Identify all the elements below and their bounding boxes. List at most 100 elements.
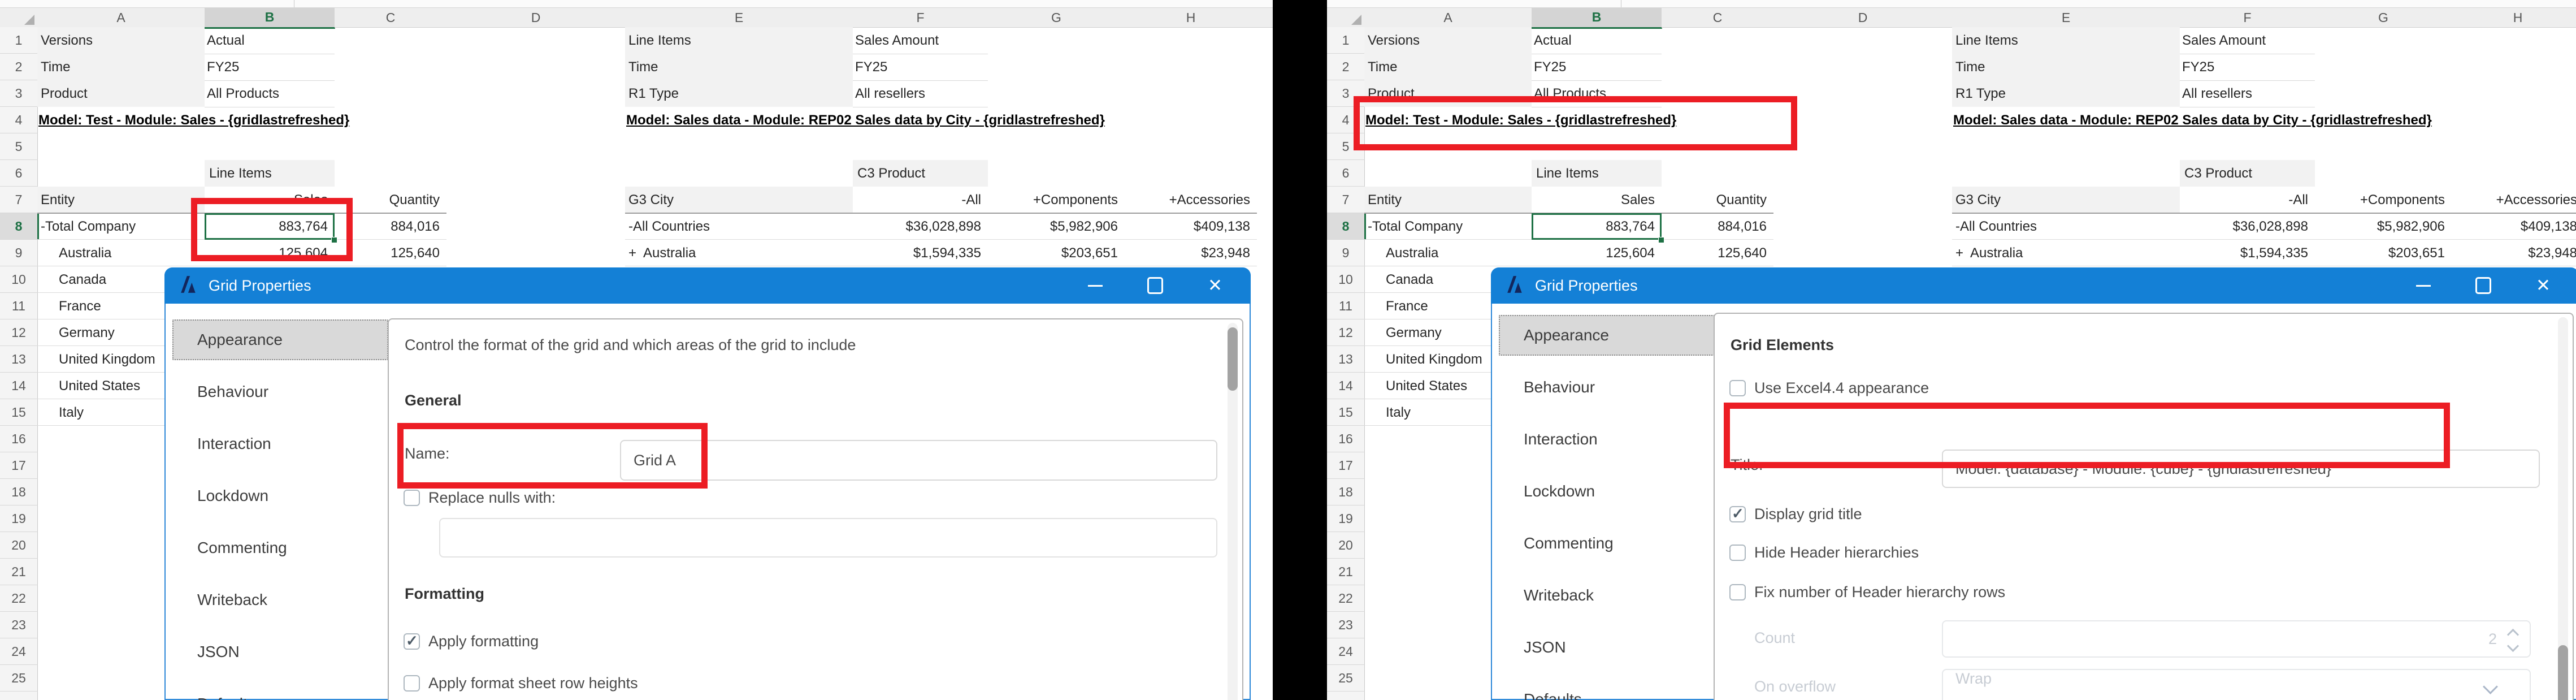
apply-row-heights-checkbox[interactable]	[404, 675, 420, 692]
column-header-C[interactable]: C	[1662, 8, 1774, 28]
row-header-26[interactable]: 26	[0, 692, 38, 700]
cell-F9[interactable]: $1,594,335	[2180, 240, 2315, 266]
row-header-11[interactable]: 11	[0, 293, 38, 319]
cell-E4[interactable]: Model: Sales data - Module: REP02 Sales …	[625, 107, 1273, 133]
name-input[interactable]: Grid A	[620, 440, 1217, 481]
cell-F1[interactable]: Sales Amount	[853, 27, 988, 54]
column-header-D[interactable]: D	[446, 8, 626, 28]
cell-B6[interactable]: Line Items	[1532, 160, 1662, 187]
row-header-12[interactable]: 12	[1327, 319, 1365, 346]
row-header-10[interactable]: 10	[0, 266, 38, 293]
fill-handle[interactable]	[1658, 237, 1664, 243]
dialog-titlebar[interactable]: Grid Properties ✕	[164, 267, 1251, 304]
on-overflow-dropdown[interactable]: Wrap	[1942, 669, 2531, 700]
maximize-button[interactable]	[1146, 276, 1165, 295]
column-header-G[interactable]: G	[988, 8, 1125, 28]
cell-E3[interactable]: R1 Type	[1952, 80, 2180, 107]
row-header-4[interactable]: 4	[0, 107, 38, 133]
row-header-1[interactable]: 1	[0, 27, 38, 54]
row-header-7[interactable]: 7	[0, 187, 38, 213]
cell-B3[interactable]: All Products	[205, 80, 335, 107]
hide-header-hierarchies-checkbox[interactable]	[1729, 545, 1746, 561]
cell-A4[interactable]: Model: Test - Module: Sales - {gridlastr…	[37, 107, 717, 133]
cell-F7[interactable]: -All	[853, 187, 988, 213]
row-header-7[interactable]: 7	[1327, 187, 1365, 213]
select-all-corner[interactable]	[1327, 8, 1365, 28]
cell-E7[interactable]: G3 City	[1952, 187, 2180, 213]
cell-F7[interactable]: -All	[2180, 187, 2315, 213]
row-header-20[interactable]: 20	[0, 532, 38, 559]
apply-formatting-checkbox[interactable]	[404, 633, 420, 650]
cell-A1[interactable]: Versions	[1364, 27, 1532, 54]
cell-E1[interactable]: Line Items	[1952, 27, 2180, 54]
cell-A9[interactable]: Australia	[1364, 240, 1532, 266]
column-header-E[interactable]: E	[1952, 8, 2180, 28]
dialog-nav-item-json[interactable]: JSON	[1499, 627, 1715, 668]
row-header-24[interactable]: 24	[0, 638, 38, 665]
column-header-G[interactable]: G	[2315, 8, 2452, 28]
row-header-17[interactable]: 17	[0, 452, 38, 479]
row-header-16[interactable]: 16	[1327, 426, 1365, 452]
cell-F8[interactable]: $36,028,898	[2180, 213, 2315, 240]
fix-header-rows-checkbox[interactable]	[1729, 584, 1746, 600]
row-header-6[interactable]: 6	[0, 160, 38, 187]
row-header-24[interactable]: 24	[1327, 638, 1365, 665]
minimize-button[interactable]	[2414, 276, 2433, 295]
row-header-17[interactable]: 17	[1327, 452, 1365, 479]
cell-G8[interactable]: $5,982,906	[988, 213, 1125, 240]
cell-A1[interactable]: Versions	[37, 27, 205, 54]
cell-E2[interactable]: Time	[1952, 54, 2180, 80]
cell-C7[interactable]: Quantity	[1662, 187, 1773, 213]
dialog-nav-item-defaults[interactable]: Defaults	[172, 684, 388, 700]
cell-H7[interactable]: +Accessories	[1125, 187, 1257, 213]
cell-E3[interactable]: R1 Type	[625, 80, 853, 107]
spinner-down-icon[interactable]	[2507, 640, 2519, 652]
row-header-25[interactable]: 25	[1327, 665, 1365, 692]
cell-E9[interactable]: + Australia	[625, 240, 853, 266]
row-header-19[interactable]: 19	[1327, 505, 1365, 532]
dialog-nav-item-lockdown[interactable]: Lockdown	[172, 476, 388, 516]
cell-E8[interactable]: -All Countries	[1952, 213, 2180, 240]
dialog-titlebar[interactable]: Grid Properties ✕	[1491, 267, 2576, 304]
dialog-nav-item-defaults[interactable]: Defaults	[1499, 679, 1715, 700]
cell-F9[interactable]: $1,594,335	[853, 240, 988, 266]
row-header-18[interactable]: 18	[1327, 479, 1365, 505]
column-header-E[interactable]: E	[625, 8, 853, 28]
dialog-scrollbar[interactable]	[2558, 317, 2568, 700]
dialog-nav-item-writeback[interactable]: Writeback	[1499, 575, 1715, 616]
column-header-H[interactable]: H	[1125, 8, 1257, 28]
row-header-21[interactable]: 21	[1327, 559, 1365, 585]
cell-F2[interactable]: FY25	[853, 54, 988, 81]
cell-F3[interactable]: All resellers	[2180, 80, 2315, 107]
dialog-nav-item-commenting[interactable]: Commenting	[1499, 523, 1715, 564]
row-header-2[interactable]: 2	[1327, 54, 1365, 80]
column-header-A[interactable]: A	[37, 8, 205, 28]
cell-H8[interactable]: $409,138	[1125, 213, 1257, 240]
cell-C8[interactable]: 884,016	[1662, 213, 1773, 240]
cell-B6[interactable]: Line Items	[205, 160, 335, 187]
dialog-nav-item-lockdown[interactable]: Lockdown	[1499, 471, 1715, 512]
replace-nulls-checkbox[interactable]	[404, 490, 420, 506]
cell-A2[interactable]: Time	[37, 54, 205, 80]
row-header-26[interactable]: 26	[1327, 692, 1365, 700]
cell-B2[interactable]: FY25	[205, 54, 335, 81]
cell-E4[interactable]: Model: Sales data - Module: REP02 Sales …	[1952, 107, 2576, 133]
cell-B9[interactable]: 125,604	[1532, 240, 1662, 266]
cell-F3[interactable]: All resellers	[853, 80, 988, 107]
cell-B1[interactable]: Actual	[205, 27, 335, 54]
row-header-13[interactable]: 13	[0, 346, 38, 373]
row-header-16[interactable]: 16	[0, 426, 38, 452]
close-button[interactable]: ✕	[2534, 276, 2553, 295]
row-header-6[interactable]: 6	[1327, 160, 1365, 187]
dialog-nav-item-appearance[interactable]: Appearance	[1499, 315, 1715, 356]
use-excel44-checkbox[interactable]	[1729, 380, 1746, 396]
row-header-9[interactable]: 9	[0, 240, 38, 266]
cell-A2[interactable]: Time	[1364, 54, 1532, 80]
dialog-nav-item-commenting[interactable]: Commenting	[172, 528, 388, 568]
row-header-12[interactable]: 12	[0, 319, 38, 346]
cell-B2[interactable]: FY25	[1532, 54, 1662, 81]
dialog-nav-item-behaviour[interactable]: Behaviour	[1499, 367, 1715, 408]
cell-H7[interactable]: +Accessories	[2452, 187, 2576, 213]
column-header-C[interactable]: C	[335, 8, 447, 28]
cell-F6[interactable]: C3 Product	[853, 160, 988, 187]
